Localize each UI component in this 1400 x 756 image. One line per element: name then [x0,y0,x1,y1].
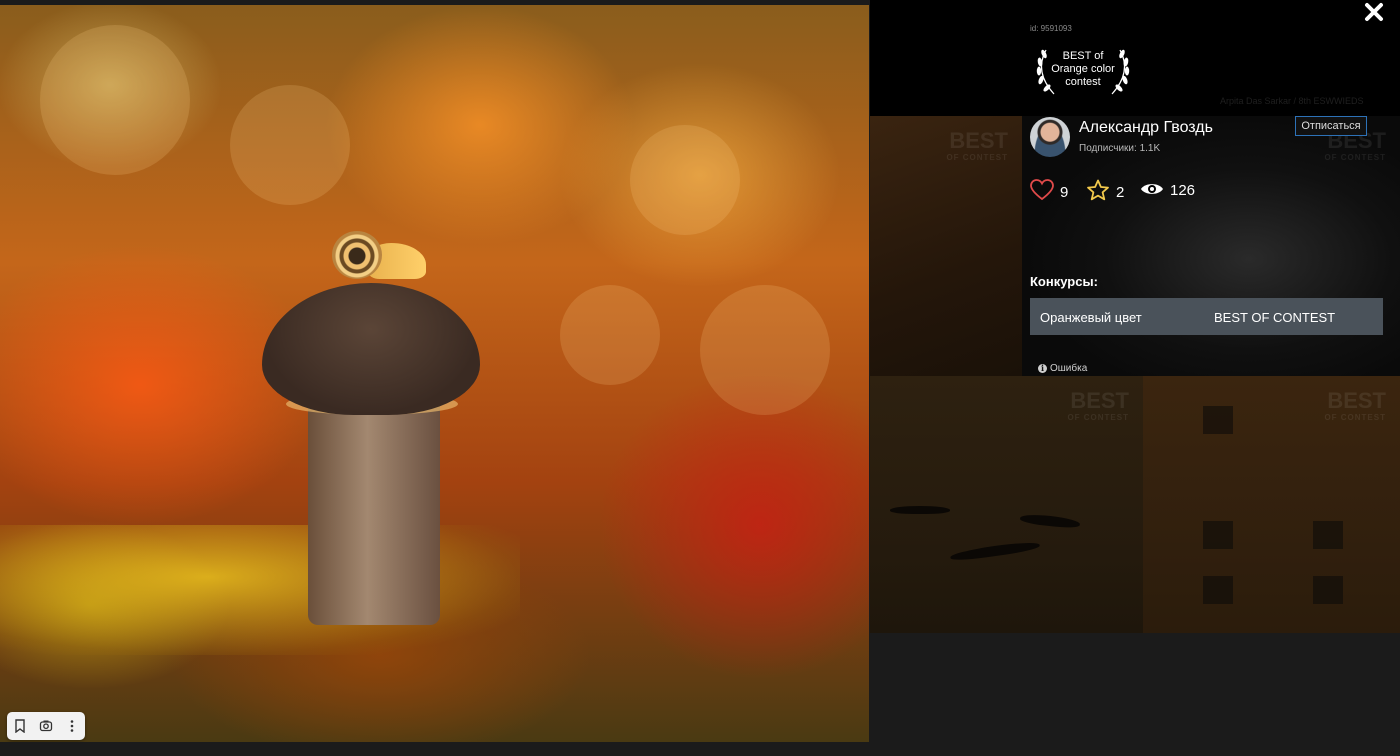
view-count: 126 [1170,182,1196,199]
report-error-label: Ошибка [1050,363,1088,374]
views-stat: 126 [1140,178,1195,199]
contests-heading: Конкурсы: [1030,274,1098,289]
more-options-button[interactable] [61,715,83,737]
favorite-count: 2 [1116,184,1125,201]
background-tile: BEST OF CONTEST [870,116,1022,376]
tile-watermark: BEST OF CONTEST [946,128,1008,162]
unsubscribe-button[interactable]: Отписаться [1295,116,1367,136]
close-button[interactable] [1362,0,1386,24]
eye-icon [1141,183,1163,194]
badge-line: contest [1065,76,1101,88]
visual-search-button[interactable] [35,715,57,737]
background-tile: BEST OF CONTEST [1143,376,1400,633]
contest-badge: BEST of Orange color contest [1032,44,1134,98]
visual-search-icon [39,720,53,732]
info-icon: i [1038,364,1047,373]
like-button[interactable]: 9 [1030,178,1068,201]
badge-line: Orange color [1051,63,1115,75]
close-icon [1365,3,1383,21]
favorite-button[interactable]: 2 [1086,178,1124,201]
snail-shell [332,231,382,279]
background-tile: BEST OF CONTEST [870,376,1143,633]
photo-credit: Arpita Das Sarkar / 8th ESWWIEDS [1220,96,1364,106]
mushroom-cap [262,283,480,415]
author-avatar[interactable] [1030,117,1070,157]
author-name[interactable]: Александр Гвоздь [1079,119,1213,137]
report-error-link[interactable]: i Ошибка [1038,363,1087,374]
contest-award: BEST OF CONTEST [1214,310,1336,325]
overlay-area [870,633,1400,756]
bookmark-button[interactable] [9,715,31,737]
tile-watermark: BEST OF CONTEST [1067,388,1129,422]
tile-watermark: BEST OF CONTEST [1324,388,1386,422]
contest-row[interactable]: Оранжевый цвет BEST OF CONTEST [1030,298,1383,335]
heart-icon [1030,178,1054,200]
star-icon [1087,179,1109,200]
like-count: 9 [1060,184,1069,201]
contest-name[interactable]: Оранжевый цвет [1040,310,1142,325]
bookmark-icon [15,719,25,733]
badge-line: BEST of [1062,50,1104,62]
background-tile: BEST OF CONTEST [1022,116,1400,376]
mushroom-stem [308,385,440,625]
image-toolbar [7,712,85,740]
main-photo[interactable] [0,5,869,742]
moss [0,525,520,655]
subscriber-count: Подписчики: 1.1K [1079,143,1161,154]
photo-id: id: 9591093 [1030,24,1072,33]
more-vertical-icon [70,720,74,732]
